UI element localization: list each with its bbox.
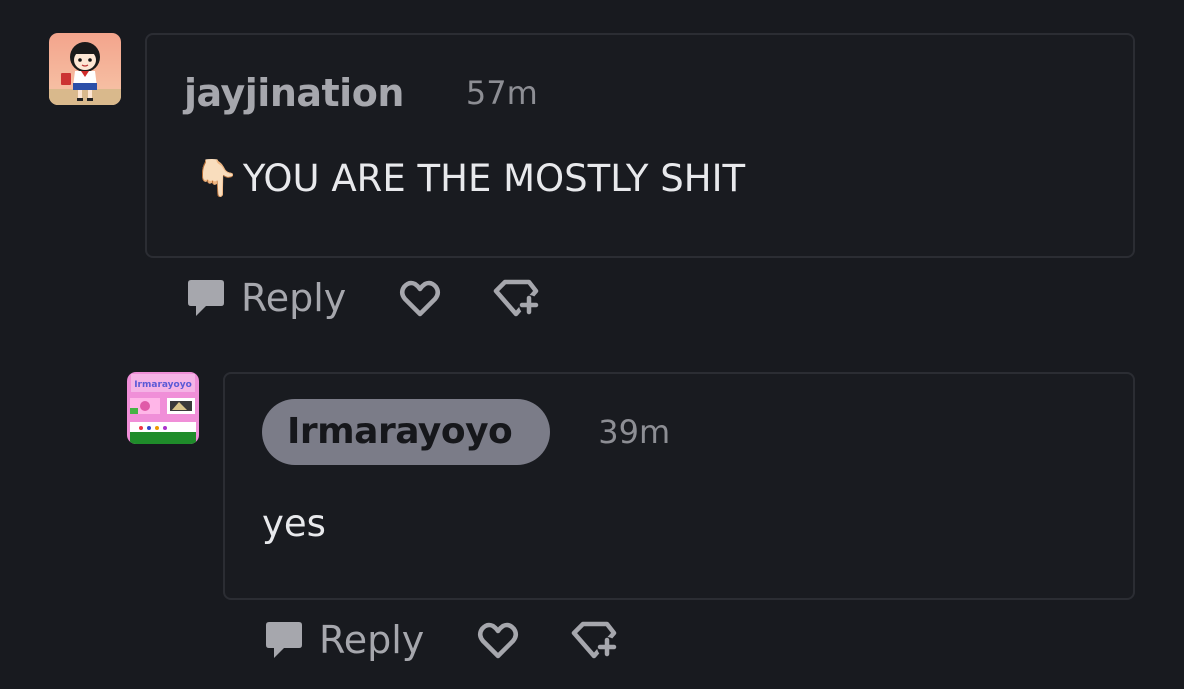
like-button[interactable] xyxy=(398,278,442,318)
pointing-down-emoji: 👇🏻 xyxy=(194,158,239,199)
comment-meta: Irmarayoyo 39m xyxy=(262,399,670,465)
like-button[interactable] xyxy=(476,620,520,660)
award-button[interactable] xyxy=(570,620,618,660)
comment-body: yes xyxy=(262,501,326,545)
reply-label: Reply xyxy=(241,276,347,320)
comment-actions: Reply xyxy=(184,268,540,328)
comment-text: yes xyxy=(262,500,326,546)
award-button[interactable] xyxy=(492,278,540,318)
op-username-badge[interactable]: Irmarayoyo xyxy=(262,399,551,465)
comment-meta: jayjination 57m xyxy=(184,71,538,115)
comment-card: Irmarayoyo 39m yes xyxy=(223,372,1135,600)
gem-plus-icon xyxy=(494,279,540,317)
girl-avatar-icon xyxy=(49,33,121,105)
comment-actions: Reply xyxy=(262,610,618,670)
speech-bubble-icon xyxy=(266,622,302,658)
user-avatar-irmarayoyo[interactable]: Irmarayoyo xyxy=(127,372,199,444)
comment-thread: jayjination 57m 👇🏻 YOU ARE THE MOSTLY SH… xyxy=(0,0,1184,689)
heart-icon xyxy=(400,280,441,317)
avatar-banner-text: Irmarayoyo xyxy=(134,380,192,390)
comment-text: 👇🏻 YOU ARE THE MOSTLY SHIT xyxy=(194,155,745,201)
user-avatar-jayjination[interactable] xyxy=(49,33,121,105)
reply-button[interactable]: Reply xyxy=(184,276,346,320)
comment-card: jayjination 57m 👇🏻 YOU ARE THE MOSTLY SH… xyxy=(145,33,1135,258)
reply-label: Reply xyxy=(319,618,425,662)
timestamp[interactable]: 39m xyxy=(598,413,670,451)
timestamp[interactable]: 57m xyxy=(466,74,538,112)
collage-avatar-icon: Irmarayoyo xyxy=(127,372,199,444)
gem-plus-icon xyxy=(572,621,618,659)
reply-button[interactable]: Reply xyxy=(262,618,424,662)
username[interactable]: jayjination xyxy=(184,71,404,115)
heart-icon xyxy=(478,622,519,659)
speech-bubble-icon xyxy=(188,280,224,316)
comment-body: YOU ARE THE MOSTLY SHIT xyxy=(242,156,746,200)
